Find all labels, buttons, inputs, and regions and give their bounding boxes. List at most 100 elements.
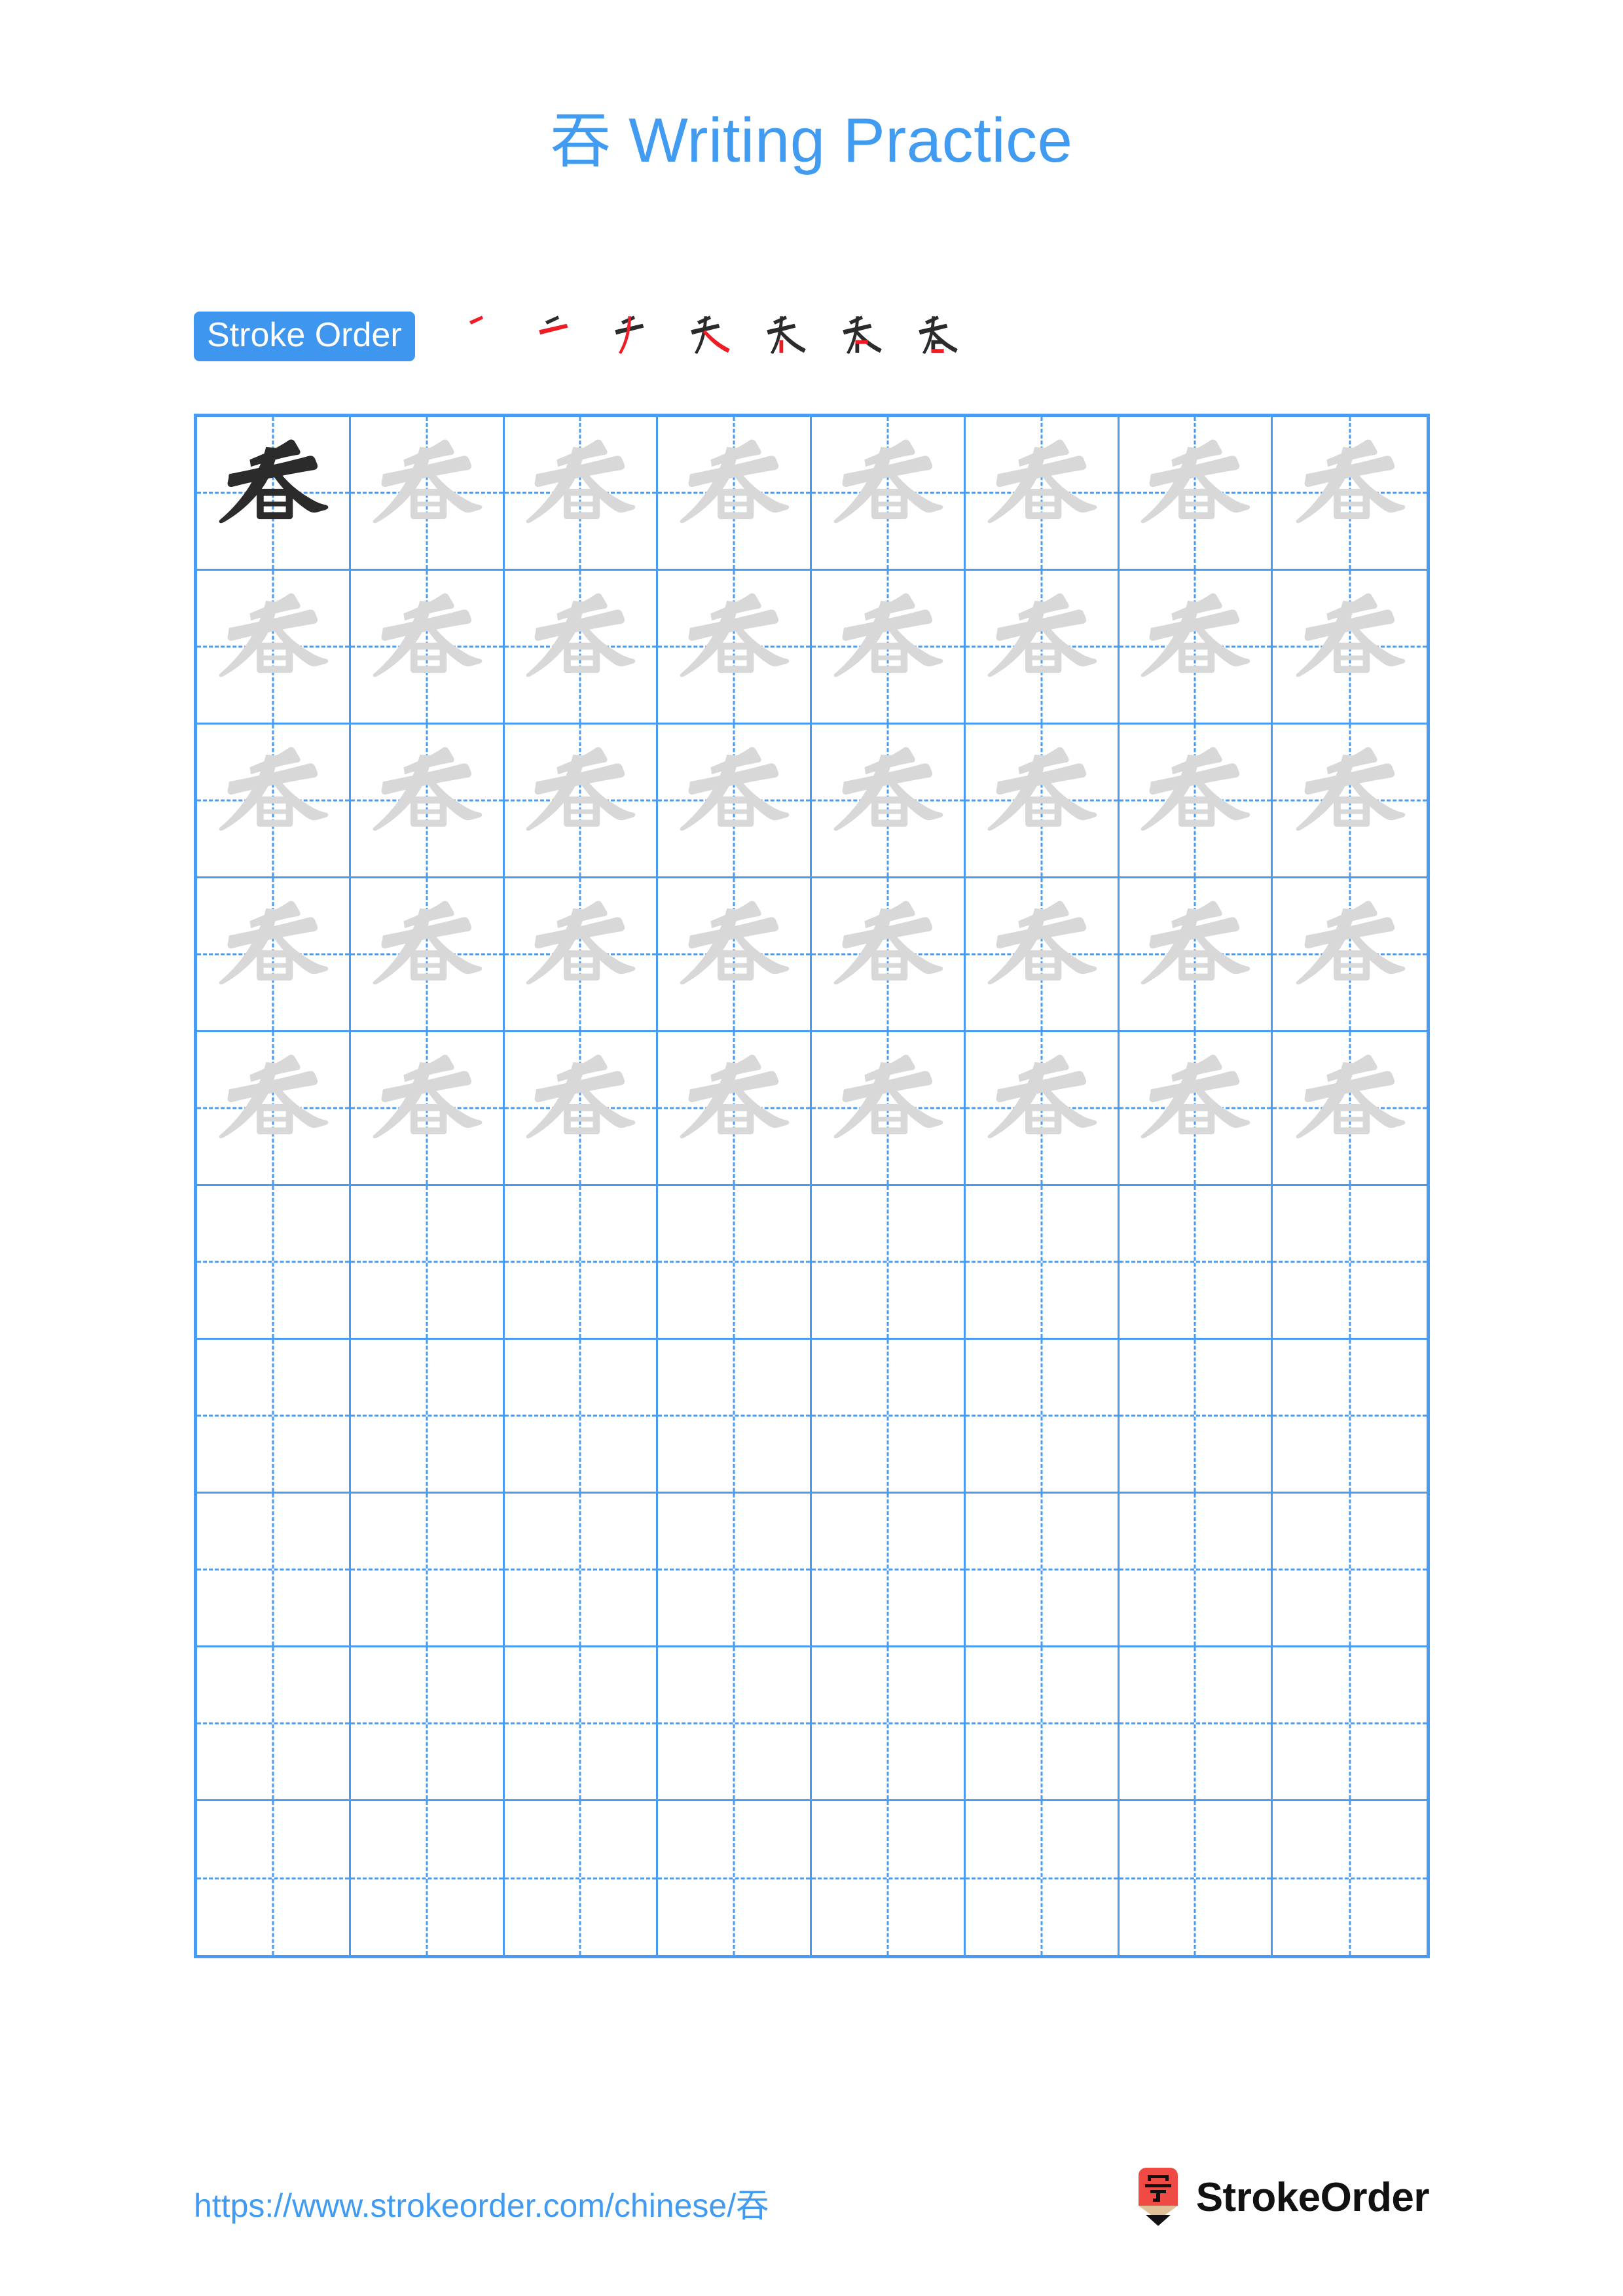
practice-cell-r7-c2[interactable] (350, 1340, 505, 1494)
trace-character (966, 417, 1118, 569)
practice-cell-r4-c1[interactable] (197, 878, 351, 1032)
trace-character (1273, 878, 1427, 1030)
trace-character (1120, 725, 1271, 876)
footer-url[interactable]: https://www.strokeorder.com/chinese/吞 (194, 2179, 769, 2227)
practice-cell-r3-c1[interactable] (197, 725, 351, 878)
practice-cell-r2-c4[interactable] (658, 571, 812, 725)
trace-character (1120, 571, 1271, 723)
character-glyph (526, 439, 636, 524)
practice-cell-r6-c3[interactable] (504, 1186, 659, 1340)
practice-cell-r7-c4[interactable] (658, 1340, 812, 1494)
practice-cell-r8-c3[interactable] (504, 1494, 659, 1647)
practice-cell-r9-c4[interactable] (658, 1647, 812, 1801)
stroke-step-1 (445, 305, 521, 368)
practice-cell-r6-c2[interactable] (350, 1186, 505, 1340)
practice-cell-r6-c4[interactable] (658, 1186, 812, 1340)
practice-cell-r2-c3[interactable] (504, 571, 659, 725)
trace-character (1120, 1032, 1271, 1184)
practice-cell-r1-c8[interactable] (1273, 417, 1427, 571)
practice-cell-r5-c4[interactable] (658, 1032, 812, 1186)
practice-cell-r10-c5[interactable] (812, 1801, 966, 1955)
practice-cell-r4-c3[interactable] (504, 878, 659, 1032)
practice-cell-r3-c2[interactable] (350, 725, 505, 878)
character-glyph (526, 593, 636, 677)
practice-cell-r5-c1[interactable] (197, 1032, 351, 1186)
practice-cell-r10-c8[interactable] (1273, 1801, 1427, 1955)
practice-cell-r4-c2[interactable] (350, 878, 505, 1032)
practice-cell-r8-c2[interactable] (350, 1494, 505, 1647)
practice-cell-r4-c8[interactable] (1273, 878, 1427, 1032)
practice-cell-r10-c4[interactable] (658, 1801, 812, 1955)
practice-cell-r6-c6[interactable] (965, 1186, 1120, 1340)
stroke-step-1-glyph (469, 315, 483, 325)
practice-cell-r6-c5[interactable] (812, 1186, 966, 1340)
practice-cell-r10-c6[interactable] (966, 1801, 1120, 1955)
practice-cell-r10-c1[interactable] (197, 1801, 351, 1955)
practice-cell-r10-c7[interactable] (1120, 1801, 1273, 1955)
trace-character (505, 878, 657, 1030)
practice-cell-r1-c7[interactable] (1119, 417, 1273, 571)
practice-cell-r1-c2[interactable] (350, 417, 505, 571)
character-glyph (373, 593, 482, 677)
practice-cell-r5-c6[interactable] (965, 1032, 1120, 1186)
practice-cell-r6-c1[interactable] (197, 1186, 351, 1340)
practice-cell-r9-c7[interactable] (1119, 1647, 1273, 1801)
practice-cell-r10-c2[interactable] (351, 1801, 505, 1955)
practice-cell-r10-c3[interactable] (505, 1801, 659, 1955)
practice-cell-r5-c7[interactable] (1119, 1032, 1273, 1186)
character-glyph (680, 1054, 790, 1139)
practice-cell-r4-c5[interactable] (812, 878, 966, 1032)
practice-cell-r9-c8[interactable] (1273, 1647, 1427, 1801)
practice-cell-r1-c3[interactable] (504, 417, 659, 571)
practice-cell-r1-c4[interactable] (658, 417, 812, 571)
practice-cell-r3-c3[interactable] (504, 725, 659, 878)
practice-cell-r3-c6[interactable] (965, 725, 1120, 878)
practice-cell-r9-c1[interactable] (197, 1647, 351, 1801)
model-character (197, 417, 349, 569)
practice-cell-r5-c8[interactable] (1273, 1032, 1427, 1186)
practice-cell-r4-c7[interactable] (1119, 878, 1273, 1032)
character-glyph (526, 901, 636, 985)
practice-cell-r8-c4[interactable] (658, 1494, 812, 1647)
trace-character (658, 725, 810, 876)
practice-cell-r7-c1[interactable] (197, 1340, 351, 1494)
practice-cell-r2-c6[interactable] (965, 571, 1120, 725)
practice-cell-r5-c3[interactable] (504, 1032, 659, 1186)
practice-cell-r8-c5[interactable] (812, 1494, 966, 1647)
practice-cell-r7-c6[interactable] (965, 1340, 1120, 1494)
practice-cell-r5-c5[interactable] (812, 1032, 966, 1186)
practice-cell-r7-c8[interactable] (1273, 1340, 1427, 1494)
character-glyph (219, 439, 329, 524)
practice-cell-r8-c1[interactable] (197, 1494, 351, 1647)
practice-cell-r2-c8[interactable] (1273, 571, 1427, 725)
character-glyph (987, 1054, 1097, 1139)
practice-cell-r8-c8[interactable] (1273, 1494, 1427, 1647)
practice-cell-r3-c7[interactable] (1119, 725, 1273, 878)
practice-cell-r1-c1[interactable] (197, 417, 351, 571)
practice-cell-r2-c2[interactable] (350, 571, 505, 725)
practice-cell-r8-c6[interactable] (965, 1494, 1120, 1647)
practice-cell-r8-c7[interactable] (1119, 1494, 1273, 1647)
practice-cell-r1-c5[interactable] (812, 417, 966, 571)
practice-cell-r2-c7[interactable] (1119, 571, 1273, 725)
practice-cell-r7-c3[interactable] (504, 1340, 659, 1494)
practice-cell-r9-c3[interactable] (504, 1647, 659, 1801)
practice-cell-r9-c5[interactable] (812, 1647, 966, 1801)
practice-cell-r1-c6[interactable] (965, 417, 1120, 571)
practice-cell-r4-c6[interactable] (965, 878, 1120, 1032)
practice-cell-r6-c8[interactable] (1273, 1186, 1427, 1340)
practice-cell-r9-c2[interactable] (350, 1647, 505, 1801)
practice-cell-r7-c5[interactable] (812, 1340, 966, 1494)
practice-cell-r2-c5[interactable] (812, 571, 966, 725)
trace-character (1120, 878, 1271, 1030)
practice-cell-r5-c2[interactable] (350, 1032, 505, 1186)
practice-cell-r2-c1[interactable] (197, 571, 351, 725)
practice-cell-r4-c4[interactable] (658, 878, 812, 1032)
practice-cell-r3-c8[interactable] (1273, 725, 1427, 878)
practice-cell-r3-c5[interactable] (812, 725, 966, 878)
practice-cell-r7-c7[interactable] (1119, 1340, 1273, 1494)
practice-cell-r6-c7[interactable] (1119, 1186, 1273, 1340)
practice-cell-r9-c6[interactable] (965, 1647, 1120, 1801)
character-glyph (833, 747, 943, 831)
practice-cell-r3-c4[interactable] (658, 725, 812, 878)
